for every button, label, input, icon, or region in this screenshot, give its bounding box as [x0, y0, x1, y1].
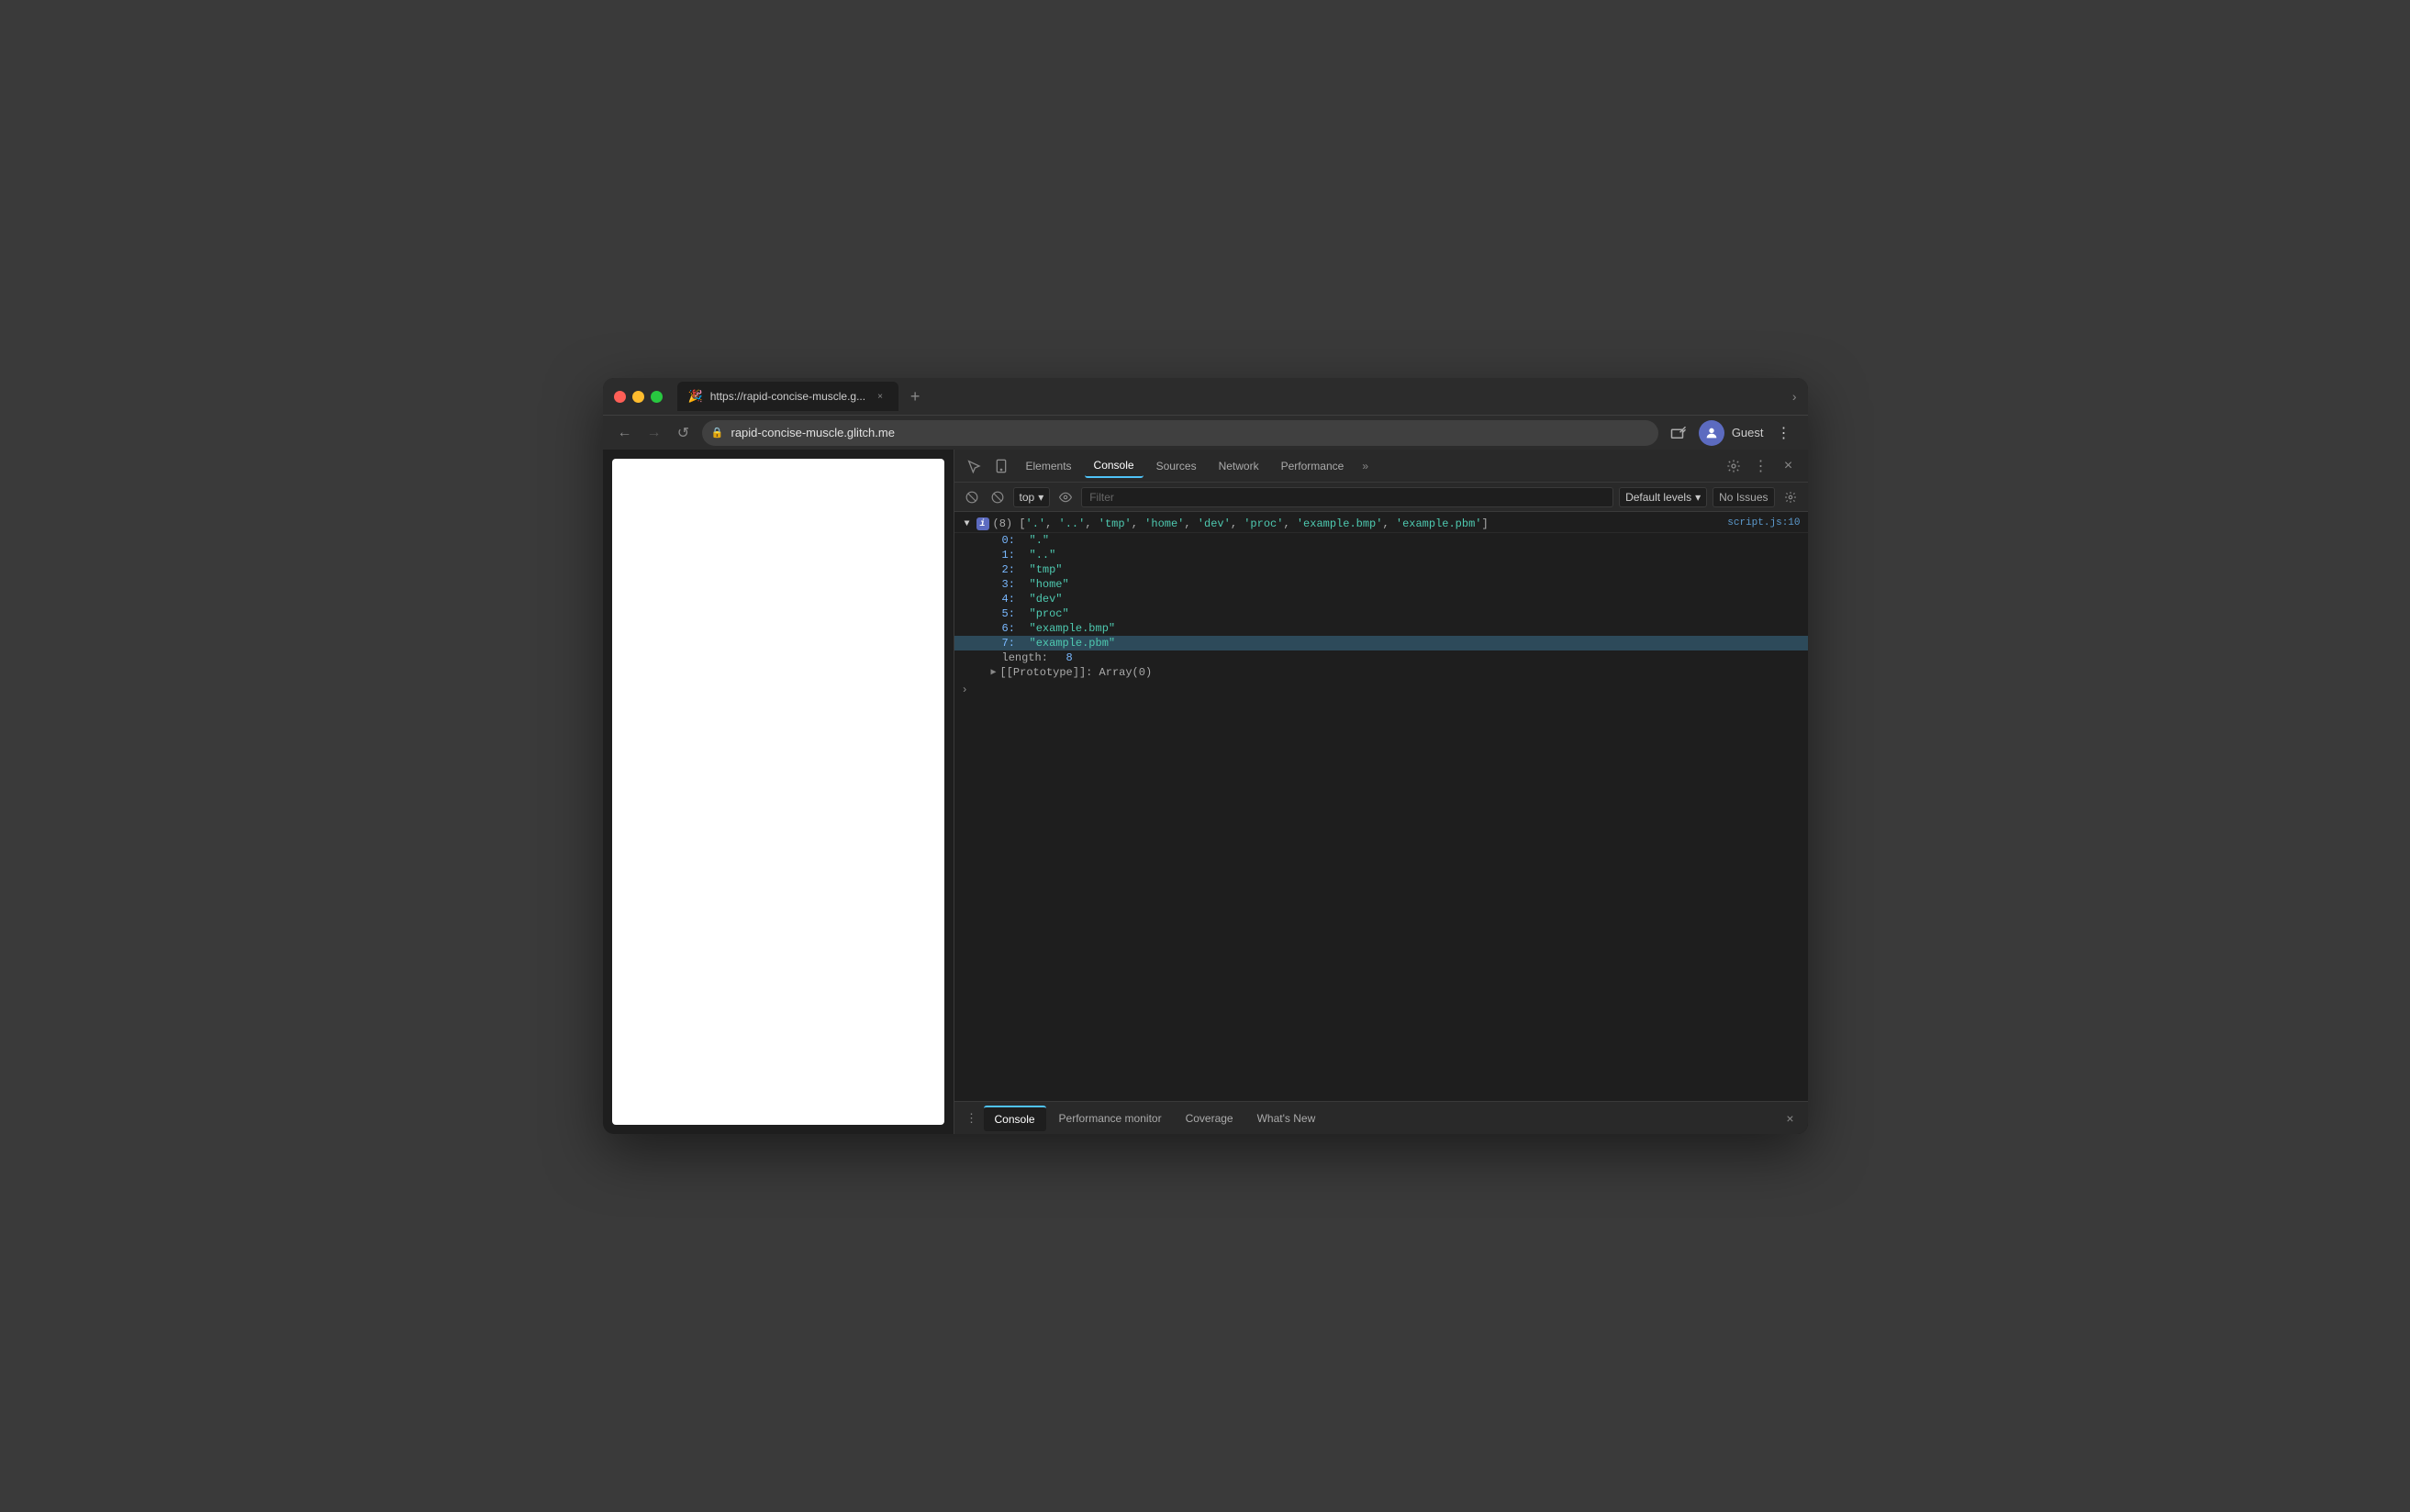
- reload-button[interactable]: ↺: [673, 422, 695, 444]
- tab-console[interactable]: Console: [1085, 454, 1144, 478]
- forward-button[interactable]: →: [643, 422, 665, 444]
- console-output: ▼ i (8) ['.', '..', 'tmp', 'home', 'dev'…: [954, 512, 1808, 1101]
- console-prompt[interactable]: ›: [954, 680, 1808, 700]
- tab-bar: 🎉 https://rapid-concise-muscle.g... × +: [677, 382, 1785, 411]
- prototype-label: [[Prototype]]: Array(0): [1000, 666, 1153, 679]
- array-preview: (8) ['.', '..', 'tmp', 'home', 'dev', 'p…: [993, 517, 1489, 530]
- prototype-row[interactable]: ▶ [[Prototype]]: Array(0): [954, 665, 1808, 680]
- more-tabs-button[interactable]: »: [1356, 460, 1374, 472]
- console-settings-button[interactable]: [1780, 487, 1801, 507]
- main-area: Elements Console Sources Network Perform…: [603, 450, 1808, 1134]
- expand-array-button[interactable]: ▼: [962, 518, 973, 529]
- bottom-bar-close-button[interactable]: ×: [1780, 1108, 1801, 1128]
- url-text: rapid-concise-muscle.glitch.me: [731, 426, 895, 439]
- close-traffic-light[interactable]: [614, 391, 626, 403]
- tab-url: https://rapid-concise-muscle.g...: [710, 390, 865, 403]
- tab-network[interactable]: Network: [1210, 454, 1268, 478]
- devtools-more-button[interactable]: ⋮: [1749, 454, 1773, 478]
- filter-input[interactable]: [1081, 487, 1613, 507]
- console-entry-array[interactable]: ▼ i (8) ['.', '..', 'tmp', 'home', 'dev'…: [954, 516, 1808, 533]
- toolbar-right: Guest ⋮: [1666, 420, 1797, 446]
- cast-icon-button[interactable]: [1666, 420, 1691, 446]
- bottom-tab-coverage[interactable]: Coverage: [1175, 1106, 1244, 1131]
- devtools-toolbar-right: ⋮ ×: [1722, 454, 1801, 478]
- eye-icon-button[interactable]: [1055, 487, 1076, 507]
- minimize-traffic-light[interactable]: [632, 391, 644, 403]
- array-item-0: 0: ".": [954, 533, 1808, 548]
- bottom-tab-console[interactable]: Console: [984, 1106, 1046, 1131]
- tab-overflow-button[interactable]: ›: [1792, 389, 1797, 404]
- context-selector[interactable]: top ▾: [1013, 487, 1051, 507]
- tab-favicon: 🎉: [688, 389, 703, 404]
- tab-elements[interactable]: Elements: [1017, 454, 1081, 478]
- lock-icon: 🔒: [711, 427, 724, 439]
- new-tab-button[interactable]: +: [902, 384, 928, 409]
- console-toolbar: top ▾ Default levels ▾ No Issues: [954, 483, 1808, 512]
- address-field[interactable]: 🔒 rapid-concise-muscle.glitch.me: [702, 420, 1658, 446]
- filter-toggle-button[interactable]: [987, 487, 1008, 507]
- title-bar: 🎉 https://rapid-concise-muscle.g... × + …: [603, 378, 1808, 415]
- bottom-bar-menu-button[interactable]: ⋮: [962, 1108, 982, 1128]
- context-label: top: [1020, 491, 1035, 504]
- active-tab[interactable]: 🎉 https://rapid-concise-muscle.g... ×: [677, 382, 899, 411]
- device-toolbar-button[interactable]: [989, 454, 1013, 478]
- array-item-7: 7: "example.pbm": [954, 636, 1808, 650]
- default-levels-selector[interactable]: Default levels ▾: [1619, 487, 1707, 507]
- info-icon: i: [976, 517, 989, 530]
- array-item-3: 3: "home": [954, 577, 1808, 592]
- devtools-bottom-bar: ⋮ Console Performance monitor Coverage W…: [954, 1101, 1808, 1134]
- browser-window: 🎉 https://rapid-concise-muscle.g... × + …: [603, 378, 1808, 1134]
- browser-menu-button[interactable]: ⋮: [1771, 420, 1797, 446]
- tab-performance[interactable]: Performance: [1272, 454, 1354, 478]
- clear-console-button[interactable]: [962, 487, 982, 507]
- bottom-tab-whats-new[interactable]: What's New: [1246, 1106, 1327, 1131]
- no-issues-badge: No Issues: [1713, 487, 1774, 507]
- array-item-2: 2: "tmp": [954, 562, 1808, 577]
- console-source-link[interactable]: script.js:10: [1727, 517, 1800, 528]
- array-item-1: 1: "..": [954, 548, 1808, 562]
- context-arrow-icon: ▾: [1038, 491, 1043, 504]
- address-bar: ← → ↺ 🔒 rapid-concise-muscle.glitch.me G…: [603, 415, 1808, 450]
- proto-expand-icon: ▶: [991, 667, 997, 678]
- default-levels-label: Default levels: [1625, 491, 1691, 504]
- tab-sources[interactable]: Sources: [1147, 454, 1206, 478]
- default-levels-arrow-icon: ▾: [1695, 491, 1701, 504]
- array-length-row: length: 8: [954, 650, 1808, 665]
- devtools-panel: Elements Console Sources Network Perform…: [954, 450, 1808, 1134]
- page-content: [612, 459, 944, 1125]
- devtools-close-button[interactable]: ×: [1777, 454, 1801, 478]
- maximize-traffic-light[interactable]: [651, 391, 663, 403]
- traffic-lights: [614, 391, 663, 403]
- array-item-6: 6: "example.bmp": [954, 621, 1808, 636]
- devtools-toolbar: Elements Console Sources Network Perform…: [954, 450, 1808, 483]
- inspect-element-button[interactable]: [962, 454, 986, 478]
- bottom-tab-performance-monitor[interactable]: Performance monitor: [1048, 1106, 1173, 1131]
- console-prompt-arrow: ›: [962, 684, 968, 696]
- profile-avatar[interactable]: [1699, 420, 1724, 446]
- tab-close-button[interactable]: ×: [873, 389, 887, 404]
- array-item-5: 5: "proc": [954, 606, 1808, 621]
- profile-label: Guest: [1732, 426, 1764, 439]
- array-item-4: 4: "dev": [954, 592, 1808, 606]
- back-button[interactable]: ←: [614, 422, 636, 444]
- devtools-settings-button[interactable]: [1722, 454, 1746, 478]
